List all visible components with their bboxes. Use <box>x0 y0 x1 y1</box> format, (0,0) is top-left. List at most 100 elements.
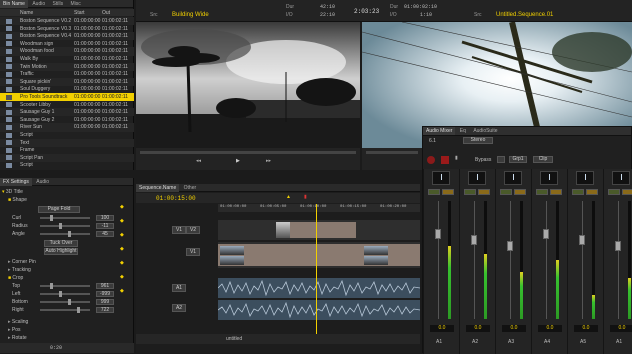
record-position-bar[interactable] <box>366 151 418 154</box>
timeline-ruler[interactable]: 01:00:00:00 01:00:05:00 01:00:10:00 01:0… <box>218 204 420 212</box>
step-back-icon[interactable]: ◂◂ <box>196 158 201 164</box>
column-out[interactable]: Out <box>102 10 110 16</box>
column-start[interactable]: Start <box>74 10 85 16</box>
playhead[interactable] <box>316 204 317 334</box>
step-forward-icon[interactable]: ▸▸ <box>266 158 271 164</box>
tab-other[interactable]: Other <box>181 184 200 192</box>
keyframe-icon[interactable]: ◆ <box>120 232 124 238</box>
group-dropdown[interactable]: Grp1 <box>509 156 527 163</box>
track-v2-header[interactable]: V2 <box>186 226 200 234</box>
tab-misc[interactable]: Misc <box>67 0 83 8</box>
track-a1-header[interactable]: A1 <box>172 284 186 292</box>
mixer-slot[interactable]: 6.1 <box>429 138 436 144</box>
fx-param-value[interactable]: 961 <box>96 283 114 289</box>
fx-param-slider[interactable] <box>40 307 90 313</box>
mark-icon[interactable]: ▮ <box>304 194 307 200</box>
pan-knob[interactable] <box>540 171 558 185</box>
solo-button[interactable] <box>514 189 526 195</box>
pan-knob[interactable] <box>612 171 630 185</box>
track-v1b-header[interactable]: V1 <box>186 248 200 256</box>
trash-icon[interactable]: ▮ <box>455 155 458 161</box>
slider-knob[interactable] <box>68 231 71 237</box>
tab-audio[interactable]: Audio <box>29 0 48 8</box>
fx-param-slider[interactable] <box>40 299 90 305</box>
keyframe-icon[interactable]: ◆ <box>120 274 124 280</box>
fx-param-value[interactable]: -999 <box>96 291 114 297</box>
slider-knob[interactable] <box>59 223 62 229</box>
source-clip-name[interactable]: Building Wide <box>172 12 209 18</box>
column-name[interactable]: Name <box>20 10 33 16</box>
tab-eq[interactable]: Eq <box>457 127 469 135</box>
fx-group-crop[interactable]: ■ Crop <box>8 274 23 282</box>
stop-icon[interactable] <box>441 156 449 164</box>
clip-button[interactable]: Clip <box>533 156 553 163</box>
keyframe-icon[interactable]: ◆ <box>120 288 124 294</box>
pan-knob[interactable] <box>432 171 450 185</box>
tab-bin-name[interactable]: Bin Name <box>0 0 28 8</box>
mute-button[interactable] <box>464 189 476 195</box>
fx-param-slider[interactable] <box>40 231 90 237</box>
fx-param-slider[interactable] <box>40 283 90 289</box>
pan-knob[interactable] <box>576 171 594 185</box>
track-a2-header[interactable]: A2 <box>172 304 186 312</box>
solo-button[interactable] <box>478 189 490 195</box>
fx-group-rotate[interactable]: ▸ Rotate <box>8 334 27 342</box>
slider-knob[interactable] <box>77 307 80 313</box>
tab-audio-mixer[interactable]: Audio Mixer <box>423 127 456 135</box>
mute-button[interactable] <box>500 189 512 195</box>
play-icon[interactable]: ▶ <box>236 158 240 164</box>
mute-button[interactable] <box>608 189 620 195</box>
fx-param-value[interactable]: 45 <box>96 231 114 237</box>
lift-icon[interactable]: ▲ <box>286 194 291 200</box>
fx-param-slider[interactable] <box>40 223 90 229</box>
channel-value[interactable]: 0.0 <box>502 325 526 332</box>
bin-row[interactable]: Script <box>0 161 134 169</box>
slider-knob[interactable] <box>50 215 53 221</box>
fx-group-scaling[interactable]: ▸ Scaling <box>8 318 28 326</box>
channel-value[interactable]: 0.0 <box>610 325 632 332</box>
fx-param-slider[interactable] <box>40 215 90 221</box>
channel-value[interactable]: 0.0 <box>538 325 562 332</box>
mute-button[interactable] <box>572 189 584 195</box>
fx-param-value[interactable]: -11 <box>96 223 114 229</box>
fx-group-pos[interactable]: ▸ Pos <box>8 326 21 334</box>
tab-fx-settings[interactable]: FX Settings <box>0 178 32 186</box>
solo-button[interactable] <box>442 189 454 195</box>
volume-fader[interactable] <box>579 235 585 245</box>
record-clip-name[interactable]: Untitled.Sequence.01 <box>496 12 553 18</box>
tab-sequence[interactable]: Sequence.Name <box>136 184 180 192</box>
fx-param-value[interactable]: 100 <box>96 215 114 221</box>
fx-title-row[interactable]: ▾ 3D Title <box>2 188 23 196</box>
mute-button[interactable] <box>536 189 548 195</box>
tab-fx-audio[interactable]: Audio <box>33 178 52 186</box>
fx-group-tracking[interactable]: ▸ Tracking <box>8 266 31 274</box>
bypass-toggle[interactable] <box>497 156 505 163</box>
solo-button[interactable] <box>622 189 632 195</box>
solo-button[interactable] <box>586 189 598 195</box>
tuck-over-button[interactable]: Tuck Over <box>44 240 78 247</box>
tab-stills[interactable]: Stills <box>50 0 67 8</box>
volume-fader[interactable] <box>435 229 441 239</box>
keyframe-icon[interactable]: ◆ <box>120 246 124 252</box>
solo-button[interactable] <box>550 189 562 195</box>
tab-audiosuite[interactable]: AudioSuite <box>470 127 500 135</box>
fx-group-shape[interactable]: ■ Shape <box>8 196 27 204</box>
fx-param-value[interactable]: 722 <box>96 307 114 313</box>
channel-value[interactable]: 0.0 <box>466 325 490 332</box>
volume-fader[interactable] <box>543 229 549 239</box>
video-clip[interactable] <box>218 244 420 266</box>
fx-param-value[interactable]: 999 <box>96 299 114 305</box>
channel-value[interactable]: 0.0 <box>574 325 598 332</box>
volume-fader[interactable] <box>615 241 621 251</box>
fx-param-slider[interactable] <box>40 291 90 297</box>
auto-highlight-button[interactable]: Auto Highlight <box>44 248 78 255</box>
volume-fader[interactable] <box>471 235 477 245</box>
keyframe-icon[interactable]: ◆ <box>120 218 124 224</box>
channel-value[interactable]: 0.0 <box>430 325 454 332</box>
shape-dropdown[interactable]: Page Fold <box>38 206 80 213</box>
slider-knob[interactable] <box>50 283 53 289</box>
source-position-bar[interactable] <box>140 151 356 154</box>
stereo-dropdown[interactable]: Stereo <box>463 137 493 144</box>
source-monitor[interactable] <box>136 22 360 148</box>
record-icon[interactable] <box>427 156 435 164</box>
